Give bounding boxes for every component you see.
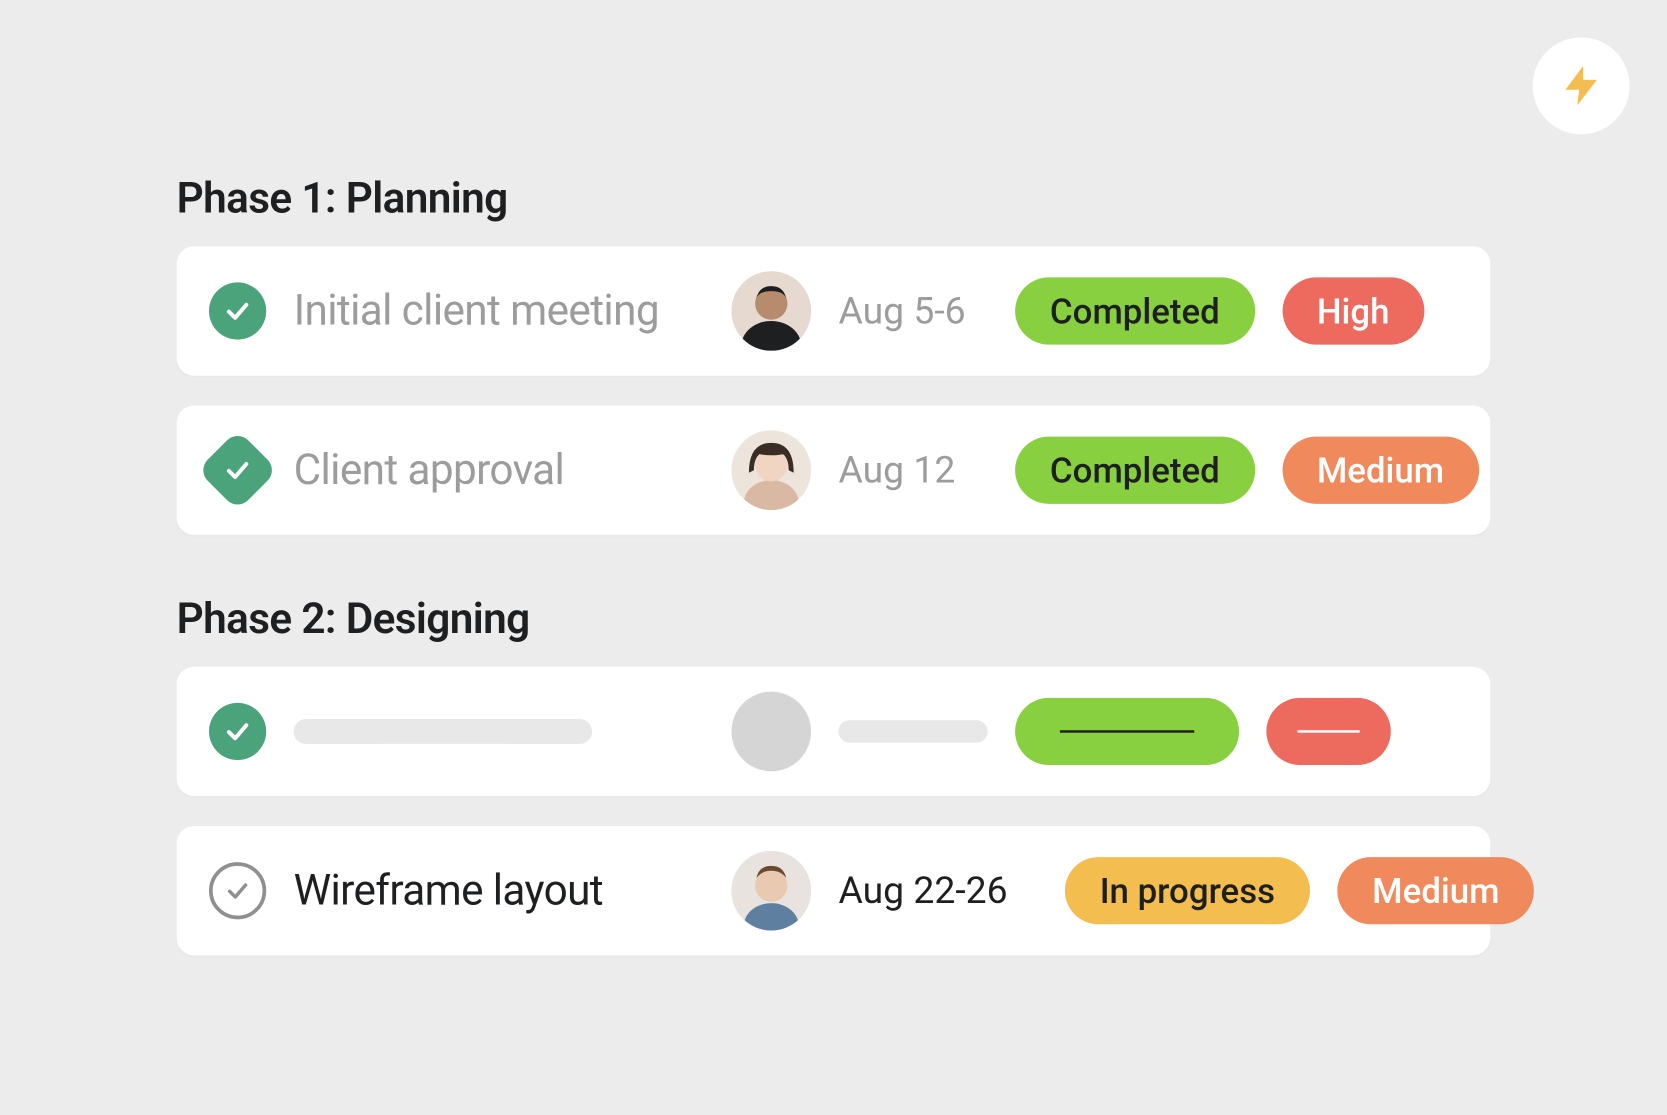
check-icon [223,455,253,485]
priority-badge[interactable]: High [1282,277,1424,344]
task-row[interactable]: Wireframe layout Aug 22-26 In progress M… [177,826,1491,955]
task-title-placeholder [294,719,593,744]
assignee-avatar[interactable] [731,271,811,351]
task-row[interactable]: Client approval Aug 12 Completed Medium [177,406,1491,535]
assignee-avatar-placeholder [731,692,811,772]
priority-badge-placeholder [1266,698,1390,765]
status-badge-placeholder [1015,698,1239,765]
priority-badge[interactable]: Medium [1282,437,1479,504]
task-incomplete-checkbox[interactable] [209,862,266,919]
milestone-complete-checkbox[interactable] [197,430,278,511]
task-title: Wireframe layout [294,866,705,916]
task-row-placeholder[interactable] [177,667,1491,796]
section-heading: Phase 1: Planning [177,174,1491,224]
task-title: Initial client meeting [294,286,705,336]
task-sections: Phase 1: Planning Initial client meeting [177,174,1491,955]
task-date-placeholder [838,720,987,742]
assignee-avatar[interactable] [731,430,811,510]
check-icon [224,877,251,904]
check-icon [223,717,253,747]
status-badge[interactable]: In progress [1065,857,1310,924]
task-title: Client approval [294,445,705,495]
status-badge[interactable]: Completed [1015,437,1255,504]
task-complete-checkbox[interactable] [209,703,266,760]
task-date: Aug 12 [838,448,987,492]
task-complete-checkbox[interactable] [209,282,266,339]
task-row[interactable]: Initial client meeting Aug 5-6 Completed… [177,246,1491,375]
section-heading: Phase 2: Designing [177,595,1491,645]
lightning-icon [1557,62,1604,109]
task-date: Aug 22-26 [838,869,1037,913]
automation-badge[interactable] [1533,37,1630,134]
status-badge[interactable]: Completed [1015,277,1255,344]
check-icon [223,296,253,326]
section-phase-2: Phase 2: Designing [177,595,1491,956]
assignee-avatar[interactable] [731,851,811,931]
task-date: Aug 5-6 [838,289,987,333]
priority-badge[interactable]: Medium [1337,857,1534,924]
section-phase-1: Phase 1: Planning Initial client meeting [177,174,1491,535]
